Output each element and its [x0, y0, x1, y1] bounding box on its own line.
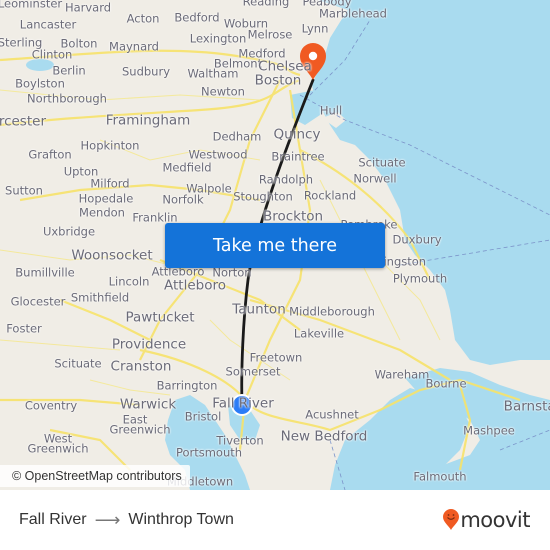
place-label: Medfield [162, 160, 212, 175]
place-label: Berlin [52, 63, 86, 78]
place-label: Woonsocket [71, 247, 153, 264]
place-label: Milford [90, 176, 130, 191]
place-label: Foster [6, 321, 42, 336]
place-label: Scituate [54, 356, 102, 371]
place-label: Glocester [10, 294, 66, 309]
place-label: Harvard [64, 0, 112, 15]
place-label: Falmouth [413, 469, 467, 484]
place-label: New Bedford [280, 428, 368, 445]
place-label: Boylston [15, 76, 65, 91]
place-label: Sutton [5, 183, 43, 198]
place-label: Hopkinton [80, 138, 140, 153]
place-label: Sudbury [121, 64, 171, 79]
place-label: Middleborough [289, 304, 375, 319]
place-label: Dedham [212, 129, 262, 144]
place-label: Rockland [303, 188, 357, 203]
route-title: Fall River ⟶ Winthrop Town [19, 490, 234, 550]
place-label: Boston [254, 72, 302, 89]
place-label: Stoughton [233, 189, 293, 204]
place-label: Waltham [187, 66, 239, 81]
place-label: Uxbridge [42, 224, 96, 239]
place-label: Hopedale [78, 191, 134, 206]
place-label: Taunton [232, 301, 286, 318]
place-label: Clinton [31, 47, 73, 62]
place-label: Marblehead [319, 6, 387, 21]
place-label: Leominster [0, 0, 63, 11]
place-label: Grafton [28, 147, 72, 162]
place-label: Barnstable [503, 398, 550, 415]
place-label: Lynn [301, 21, 329, 36]
footer: Fall River ⟶ Winthrop Town moovit [0, 490, 550, 550]
place-label: Coventry [24, 398, 78, 413]
destination-label: Winthrop Town [128, 511, 234, 528]
place-label: Bumillville [15, 265, 75, 280]
place-label: Somerset [225, 364, 281, 379]
attribution-text: © OpenStreetMap contributors [12, 469, 182, 483]
place-label: Brockton [262, 208, 324, 225]
place-label: Westwood [188, 147, 248, 162]
origin-label: Fall River [19, 511, 87, 528]
place-label: Northborough [27, 91, 107, 106]
place-label: Reading [242, 0, 290, 9]
place-label: Framingham [105, 112, 191, 129]
place-label: Freetown [249, 350, 303, 365]
place-label: Scituate [358, 155, 406, 170]
place-label: Wareham [374, 367, 430, 382]
place-label: Barrington [156, 378, 218, 393]
place-label: Portsmouth [175, 445, 243, 460]
arrow-right-icon: ⟶ [94, 509, 121, 530]
place-label: Bedford [174, 10, 220, 25]
place-label: Quincy [273, 126, 321, 143]
place-label: Lakeville [293, 326, 345, 341]
place-label: Smithfield [70, 290, 130, 305]
place-label: Greenwich [27, 441, 89, 456]
brand-name: moovit [460, 508, 530, 532]
place-label: Lexington [189, 31, 247, 46]
place-label: Braintree [271, 149, 325, 164]
moovit-pin-icon [443, 509, 460, 530]
place-label: Acushnet [305, 407, 359, 422]
place-label: Bristol [184, 409, 222, 424]
place-label: Pawtucket [125, 309, 195, 326]
place-label: Cranston [110, 358, 172, 375]
place-label: Mashpee [463, 423, 515, 438]
place-label: Mendon [79, 205, 125, 220]
map-attribution[interactable]: © OpenStreetMap contributors [0, 465, 190, 487]
place-label: Providence [111, 336, 187, 353]
place-label: Bourne [425, 376, 467, 391]
place-label: Duxbury [392, 232, 442, 247]
place-label: Melrose [247, 27, 293, 42]
place-label: Randolph [258, 172, 314, 187]
place-label: Lincoln [108, 274, 150, 289]
place-label: Attleboro [164, 277, 226, 294]
place-label: Maynard [109, 39, 159, 54]
place-label: Acton [126, 11, 160, 26]
place-label: Lancaster [19, 17, 77, 32]
place-label: Norfolk [162, 192, 204, 207]
take-me-there-button[interactable]: Take me there [165, 223, 385, 268]
place-label: Warwick [119, 396, 177, 413]
place-label: Worcester [0, 113, 46, 130]
moovit-logo[interactable]: moovit [443, 508, 530, 532]
place-label: Plymouth [392, 271, 448, 286]
place-label: Greenwich [109, 422, 171, 437]
place-label: Hull [319, 103, 343, 118]
place-label: Newton [201, 84, 245, 99]
place-label: Norwell [353, 171, 397, 186]
